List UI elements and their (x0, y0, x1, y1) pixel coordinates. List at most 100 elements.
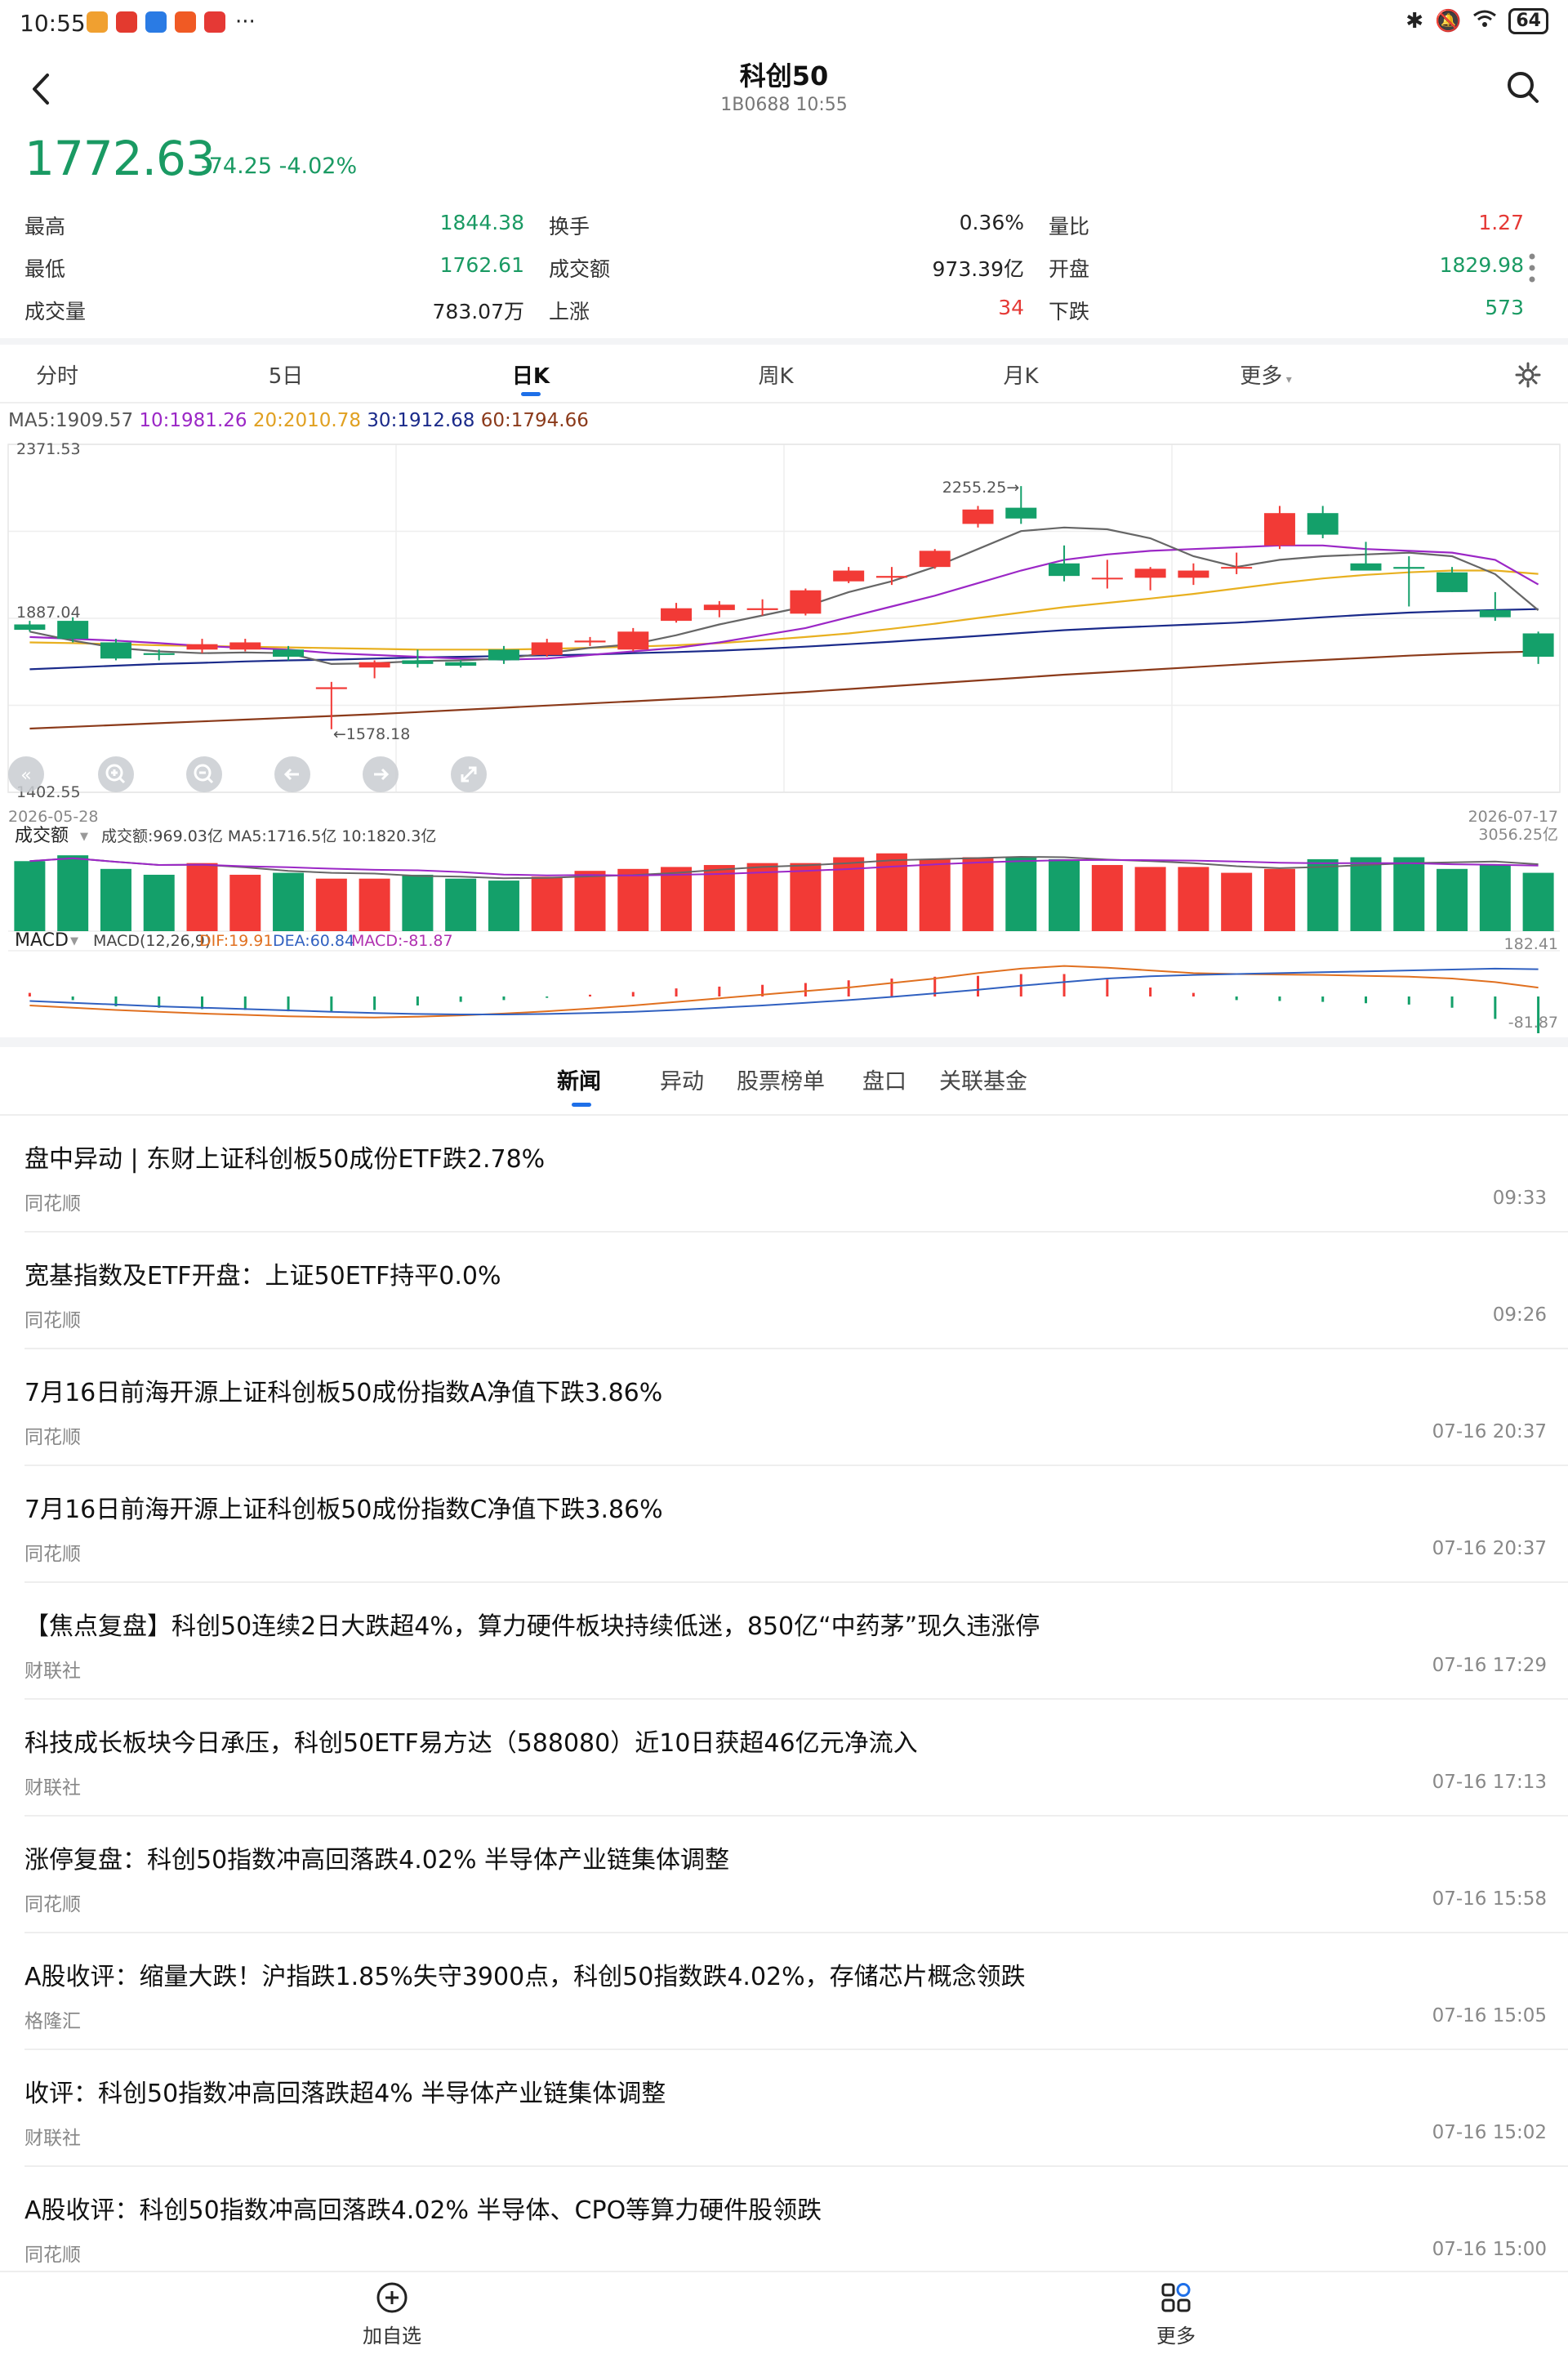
news-item[interactable]: A股收评：科创50指数冲高回落跌4.02% 半导体、CPO等算力硬件股领跌同花顺… (0, 2167, 1568, 2284)
scroll-right-icon[interactable] (363, 756, 399, 792)
candle-body (661, 608, 693, 622)
news-source: 同花顺 (24, 1193, 81, 1215)
news-item[interactable]: 7月16日前海开源上证科创板50成份指数C净值下跌3.86% 同花顺 07-16 2… (0, 1466, 1568, 1583)
volume-bar (919, 858, 951, 931)
add-watchlist-label: 加自选 (363, 2325, 421, 2347)
turnover-label: 换手 (549, 215, 590, 239)
more-label: 更多 (1156, 2325, 1196, 2347)
ma20-label: 20:2010.78 (252, 410, 361, 431)
k-line-chart[interactable]: 2371.53 1887.04 1402.55 2026-05-28 2026-… (0, 433, 1568, 1037)
tab-daily-k[interactable]: 日K (474, 359, 588, 390)
volume-bar (1005, 857, 1037, 931)
volume-bar (574, 871, 606, 931)
volume-bar (661, 867, 693, 931)
tab-related-funds[interactable]: 关联基金 (939, 1063, 1027, 1095)
candle-body (1091, 577, 1123, 580)
add-watchlist-button[interactable]: 加自选 (343, 2280, 441, 2348)
tab-intraday[interactable]: 分时 (0, 359, 114, 390)
news-time: 07-16 15:58 (1432, 1888, 1547, 1910)
candle-body (617, 631, 649, 650)
news-time: 07-16 20:37 (1432, 1538, 1547, 1559)
candle-body (445, 662, 477, 667)
volume-bar (359, 878, 390, 931)
search-icon[interactable] (1503, 67, 1544, 108)
candle-body (1263, 513, 1295, 546)
news-source: 同花顺 (24, 2245, 81, 2266)
ma5-label: MA5:1909.57 (8, 410, 134, 431)
news-item[interactable]: 科技成长板块今日承压，科创50ETF易方达（588080）近10日获超46亿元净… (0, 1700, 1568, 1817)
more-vertical-icon[interactable] (1527, 252, 1537, 284)
volume-bar (962, 857, 994, 931)
candle-body (229, 642, 261, 650)
apps-grid-icon (1161, 2283, 1191, 2312)
volume-bar (531, 876, 563, 931)
candle-body (488, 649, 519, 661)
news-tab-indicator (572, 1103, 591, 1107)
y-mid-label: 1887.04 (16, 604, 81, 622)
volume-bar (14, 861, 46, 931)
news-title: 科技成长板块今日承压，科创50ETF易方达（588080）近10日获超46亿元净… (24, 1729, 918, 1758)
open-value: 1829.98 (1439, 253, 1524, 277)
collapse-icon[interactable]: « (8, 756, 44, 792)
more-button[interactable]: 更多 (1127, 2280, 1225, 2348)
volume-legend[interactable]: 成交额 (15, 826, 69, 846)
candle-body (186, 644, 218, 650)
tab-more[interactable]: 更多 ▾ (1209, 359, 1323, 390)
news-source: 财联社 (24, 2128, 81, 2149)
volume-bar (315, 878, 347, 931)
y-top-label: 2371.53 (16, 440, 81, 458)
news-time: 09:33 (1492, 1188, 1547, 1209)
divider (0, 338, 1568, 345)
status-right: ✱ 🔕 64 (1405, 8, 1548, 34)
tab-monthly-k[interactable]: 月K (964, 359, 1078, 390)
fullscreen-icon[interactable] (451, 756, 487, 792)
weibo-icon (87, 11, 108, 33)
more-notifications-icon: ··· (235, 10, 256, 34)
news-source: 同花顺 (24, 1427, 81, 1448)
volume-bar (402, 874, 434, 931)
dropdown-icon: ▾ (1282, 373, 1292, 386)
tab-rankings[interactable]: 股票榜单 (737, 1063, 825, 1095)
page-subtitle: 1B0688 10:55 (720, 95, 848, 115)
ma10-label: 10:1981.26 (139, 410, 247, 431)
volume-bar (1479, 865, 1511, 931)
zoom-out-icon[interactable] (186, 756, 222, 792)
news-item[interactable]: 【焦点复盘】科创50连续2日大跌超4%，算力硬件板块持续低迷，850亿“中药茅”… (0, 1583, 1568, 1700)
volume-bar (1178, 867, 1209, 931)
tab-order-book[interactable]: 盘口 (862, 1063, 906, 1095)
candle-body (14, 624, 46, 631)
candle-body (1134, 568, 1166, 578)
news-item[interactable]: A股收评：缩量大跌！沪指跌1.85%失守3900点，科创50指数跌4.02%，存… (0, 1933, 1568, 2050)
news-item[interactable]: 7月16日前海开源上证科创板50成份指数A净值下跌3.86% 同花顺 07-16 2… (0, 1349, 1568, 1466)
tab-weekly-k[interactable]: 周K (719, 359, 833, 390)
news-title: A股收评：科创50指数冲高回落跌4.02% 半导体、CPO等算力硬件股领跌 (24, 2196, 822, 2225)
news-source: 格隆汇 (24, 2011, 81, 2032)
news-item[interactable]: 盘中异动 | 东财上证科创板50成份ETF跌2.78% 同花顺 09:33 (0, 1116, 1568, 1233)
tab-news[interactable]: 新闻 (557, 1063, 601, 1095)
news-item[interactable]: 宽基指数及ETF开盘：上证50ETF持平0.0% 同花顺 09:26 (0, 1233, 1568, 1349)
bottom-bar: 加自选 更多 (0, 2271, 1568, 2354)
high-label: 最高 (24, 215, 66, 239)
zoom-in-icon[interactable] (98, 756, 134, 792)
tab-abnormal[interactable]: 异动 (660, 1063, 704, 1095)
candle-body (315, 687, 347, 689)
candle-body (1479, 609, 1511, 617)
news-time: 07-16 15:00 (1432, 2239, 1547, 2260)
scroll-left-icon[interactable] (274, 756, 310, 792)
volume-value: 783.07万 (432, 300, 524, 323)
volume-bar (1350, 857, 1382, 931)
high-marker: 2255.25→ (942, 479, 1020, 497)
news-item[interactable]: 收评：科创50指数冲高回落跌超4% 半导体产业链集体调整 财联社 07-16 15:… (0, 2050, 1568, 2167)
macd-dea: DEA:60.84 (273, 932, 354, 950)
volume-bar (1307, 858, 1339, 931)
add-circle-icon (376, 2282, 408, 2313)
volume-bar (1522, 872, 1554, 931)
macd-legend[interactable]: MACD (15, 930, 69, 951)
candle-body (1350, 563, 1382, 571)
status-bar: 10:55 ··· ✱ 🔕 64 (0, 0, 1568, 52)
news-item[interactable]: 涨停复盘：科创50指数冲高回落跌4.02% 半导体产业链集体调整 同花顺 07-16… (0, 1817, 1568, 1933)
candle-body (574, 640, 606, 643)
candle-body (746, 608, 778, 610)
tab-5day[interactable]: 5日 (229, 359, 343, 390)
settings-gear-icon[interactable] (1514, 361, 1542, 389)
